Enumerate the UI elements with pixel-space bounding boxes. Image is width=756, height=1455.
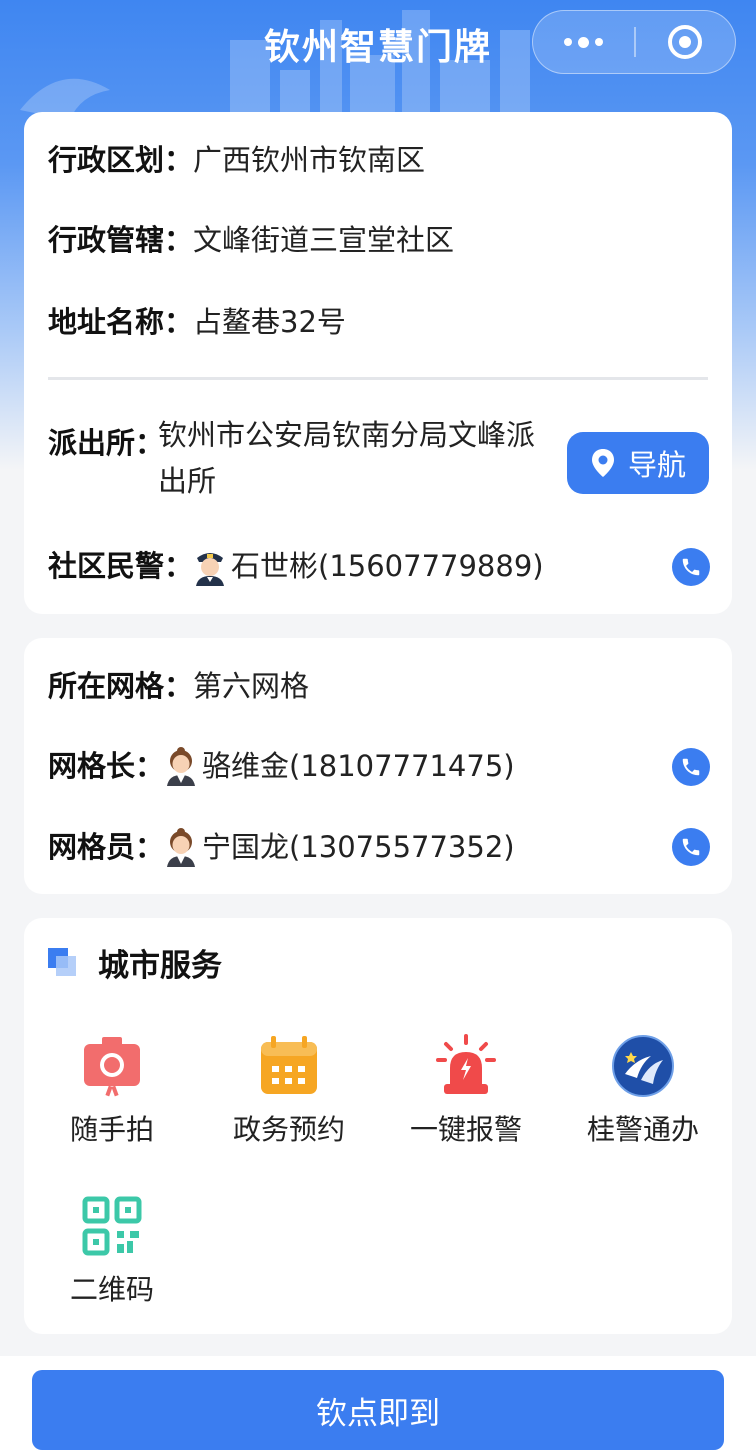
call-grid-leader-button[interactable] — [672, 748, 710, 786]
grid-leader-avatar-icon — [167, 747, 196, 786]
app-header: 钦州智慧门牌 — [0, 0, 756, 90]
address-info-card: 行政区划： 广西钦州市钦南区 行政管辖： 文峰街道三宣堂社区 地址名称： 占鳌巷… — [24, 112, 732, 614]
service-label: 随手拍 — [69, 1113, 154, 1146]
mini-program-capsule — [532, 10, 736, 74]
call-grid-member-button[interactable] — [672, 828, 710, 866]
grid-info-card: 所在网格： 第六网格 网格长： 骆维金(18107771475) 网格员： 宁国… — [24, 638, 732, 894]
address-row: 地址名称： 占鳌巷32号 — [48, 302, 346, 342]
service-appointment[interactable]: 政务预约 — [209, 1034, 369, 1148]
police-station-row: 派出所： 钦州市公安局钦南分局文峰派出所 — [48, 418, 550, 504]
city-services-title: 城市服务 — [98, 948, 222, 984]
guijing-logo-icon — [612, 1035, 674, 1097]
grid-member-person: 宁国龙(13075577352) — [164, 827, 515, 867]
service-label: 二维码 — [69, 1273, 154, 1306]
grid-value: 第六网格 — [193, 669, 310, 703]
service-guijing[interactable]: 桂警通办 — [563, 1034, 723, 1148]
police-station-value: 钦州市公安局钦南分局文峰派出所 — [158, 418, 536, 498]
community-police-label: 社区民警： — [48, 549, 194, 583]
grid-member-row: 网格员： 宁国龙(13075577352) — [48, 827, 515, 867]
service-emergency-alarm[interactable]: 一键报警 — [386, 1034, 546, 1148]
service-label: 一键报警 — [409, 1113, 522, 1146]
police-avatar-icon — [196, 553, 225, 586]
call-police-button[interactable] — [672, 548, 710, 586]
section-mark-icon — [48, 947, 78, 978]
service-snapshot[interactable]: 随手拍 — [32, 1034, 192, 1148]
community-police-row: 社区民警： 石世彬(15607779889) — [48, 546, 544, 586]
location-pin-icon — [591, 449, 614, 477]
more-menu-button[interactable] — [533, 10, 634, 74]
phone-icon — [682, 838, 700, 856]
jurisdiction-value: 文峰街道三宣堂社区 — [193, 223, 455, 257]
community-police-person: 石世彬(15607779889) — [193, 546, 544, 586]
close-circle-icon — [668, 25, 703, 59]
grid-leader-person: 骆维金(18107771475) — [164, 746, 515, 786]
grid-leader-value: 骆维金(18107771475) — [202, 749, 515, 783]
calendar-icon — [261, 1036, 317, 1094]
grid-row: 所在网格： 第六网格 — [48, 666, 309, 706]
city-services-header: 城市服务 — [48, 940, 222, 985]
phone-icon — [682, 758, 700, 776]
phone-icon — [682, 558, 700, 576]
grid-leader-label: 网格长： — [48, 749, 165, 783]
grid-leader-row: 网格长： 骆维金(18107771475) — [48, 746, 515, 786]
jurisdiction-label: 行政管辖： — [48, 223, 194, 257]
division-label: 行政区划： — [48, 143, 194, 177]
address-value: 占鳌巷32号 — [193, 305, 346, 339]
address-label: 地址名称： — [48, 305, 194, 339]
service-qrcode[interactable]: 二维码 — [32, 1194, 192, 1308]
section-divider — [48, 377, 708, 380]
close-mini-program-button[interactable] — [636, 10, 735, 74]
community-police-value: 石世彬(15607779889) — [231, 549, 544, 583]
grid-member-label: 网格员： — [48, 830, 165, 864]
grid-member-avatar-icon — [167, 828, 196, 867]
more-dot-icon — [595, 38, 604, 46]
qrcode-icon — [82, 1196, 142, 1256]
navigate-button[interactable]: 导航 — [567, 432, 709, 494]
navigate-label: 导航 — [627, 448, 686, 482]
more-dot-icon — [564, 38, 573, 46]
alarm-icon — [436, 1034, 496, 1094]
grid-label: 所在网格： — [48, 669, 194, 703]
camera-icon — [84, 1037, 140, 1097]
jurisdiction-row: 行政管辖： 文峰街道三宣堂社区 — [48, 220, 454, 260]
city-services-card: 城市服务 随手拍 政务预约 一键报警 桂警通办 二维码 — [24, 918, 732, 1334]
police-station-label: 派出所： — [48, 426, 165, 460]
service-label: 政务预约 — [232, 1113, 345, 1146]
division-value: 广西钦州市钦南区 — [193, 143, 426, 177]
grid-member-value: 宁国龙(13075577352) — [202, 830, 515, 864]
check-in-button[interactable]: 钦点即到 — [32, 1370, 724, 1450]
division-row: 行政区划： 广西钦州市钦南区 — [48, 140, 425, 180]
more-dot-icon — [578, 36, 590, 48]
service-label: 桂警通办 — [586, 1113, 699, 1146]
